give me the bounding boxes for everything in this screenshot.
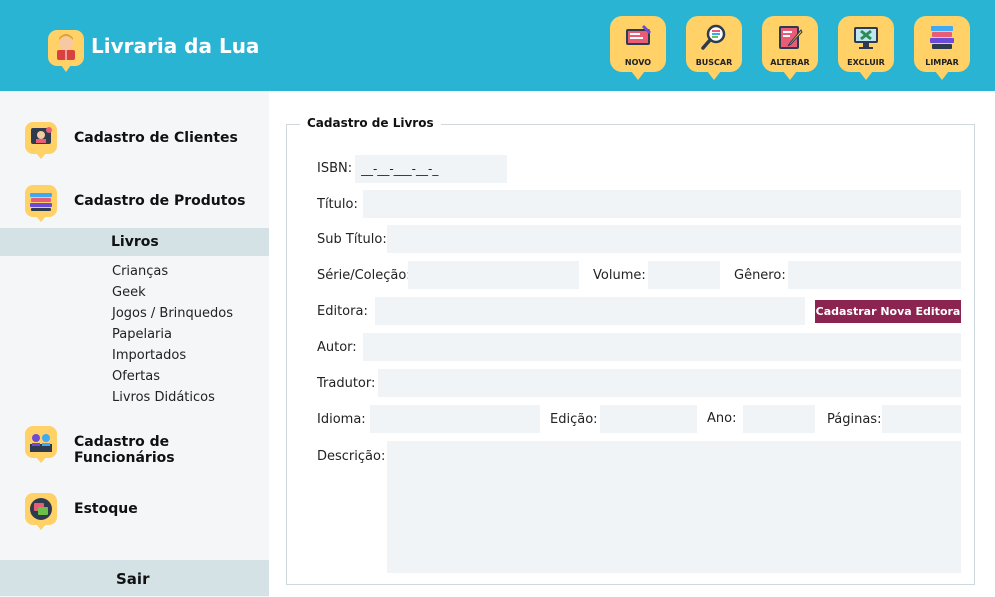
sidebar-item-estoque[interactable]: Estoque xyxy=(0,490,269,530)
genero-label: Gênero: xyxy=(734,268,786,283)
genero-field[interactable] xyxy=(788,261,961,289)
volume-field[interactable] xyxy=(648,261,720,289)
descricao-label: Descrição: xyxy=(317,449,386,464)
editora-label: Editora: xyxy=(317,304,368,319)
sidebar-subitem[interactable]: Jogos / Brinquedos xyxy=(112,303,233,324)
sair-button[interactable]: Sair xyxy=(0,560,269,596)
isbn-field[interactable] xyxy=(355,155,507,183)
sidebar: Cadastro de Clientes Cadastro de Produto… xyxy=(0,91,269,597)
limpar-button[interactable]: LIMPAR xyxy=(914,16,970,80)
sidebar-subitem[interactable]: Ofertas xyxy=(112,366,233,387)
descricao-field[interactable] xyxy=(387,441,961,573)
sidebar-subitem[interactable]: Crianças xyxy=(112,261,233,282)
clear-books-icon xyxy=(930,26,954,49)
tradutor-field[interactable] xyxy=(378,369,961,397)
alterar-button[interactable]: ALTERAR xyxy=(762,16,818,80)
novo-label: NOVO xyxy=(624,58,652,67)
subtitulo-label: Sub Título: xyxy=(317,232,387,247)
idioma-field[interactable] xyxy=(370,405,540,433)
sidebar-item-label: Cadastro de Produtos xyxy=(74,193,246,209)
sair-label: Sair xyxy=(116,570,150,588)
autor-label: Autor: xyxy=(317,340,357,355)
inventory-icon xyxy=(25,493,57,530)
isbn-label: ISBN: xyxy=(317,161,353,176)
novo-button[interactable]: NOVO xyxy=(610,16,666,80)
ano-field[interactable] xyxy=(743,405,815,433)
buscar-button[interactable]: BUSCAR xyxy=(686,16,742,80)
delete-monitor-icon xyxy=(854,27,878,49)
edit-document-icon xyxy=(779,26,803,49)
cadastrar-nova-editora-button[interactable]: Cadastrar Nova Editora xyxy=(815,300,961,323)
titulo-field[interactable] xyxy=(363,190,961,218)
sidebar-subitem[interactable]: Geek xyxy=(112,282,233,303)
idioma-label: Idioma: xyxy=(317,412,366,427)
limpar-label: LIMPAR xyxy=(925,58,959,67)
excluir-label: EXCLUIR xyxy=(847,58,885,67)
app-title: Livraria da Lua xyxy=(91,34,260,58)
alterar-label: ALTERAR xyxy=(770,58,810,67)
serie-label: Série/Coleção: xyxy=(317,268,411,283)
app-header: Livraria da Lua NOVO BUSCAR ALTERAR EXCL… xyxy=(0,0,995,91)
tradutor-label: Tradutor: xyxy=(317,376,376,391)
products-icon xyxy=(25,185,57,222)
form-legend: Cadastro de Livros xyxy=(300,116,441,130)
sidebar-item-label: Cadastro de Clientes xyxy=(74,130,238,146)
sidebar-item-produtos[interactable]: Cadastro de Produtos xyxy=(0,182,269,222)
sidebar-subitem[interactable]: Papelaria xyxy=(112,324,233,345)
new-book-icon xyxy=(626,24,652,45)
search-icon xyxy=(701,24,726,50)
buscar-label: BUSCAR xyxy=(695,58,733,67)
edicao-field[interactable] xyxy=(600,405,697,433)
sidebar-item-livros[interactable]: Livros xyxy=(0,228,269,256)
customer-icon xyxy=(25,122,57,159)
employees-icon xyxy=(25,426,57,463)
subtitulo-field[interactable] xyxy=(387,225,961,253)
reader-logo-icon xyxy=(48,30,84,72)
autor-field[interactable] xyxy=(363,333,961,361)
edicao-label: Edição: xyxy=(550,412,598,427)
titulo-label: Título: xyxy=(317,197,358,212)
editora-field[interactable] xyxy=(375,297,805,325)
volume-label: Volume: xyxy=(593,268,646,283)
sidebar-item-label: Estoque xyxy=(74,501,138,517)
sidebar-subitem[interactable]: Livros Didáticos xyxy=(112,387,233,408)
sidebar-item-funcionarios[interactable]: Cadastro de Funcionários xyxy=(0,423,269,466)
sidebar-item-clientes[interactable]: Cadastro de Clientes xyxy=(0,119,269,159)
excluir-button[interactable]: EXCLUIR xyxy=(838,16,894,80)
ano-label: Ano: xyxy=(707,411,737,426)
sidebar-item-label: Livros xyxy=(111,234,159,250)
sidebar-subitem[interactable]: Importados xyxy=(112,345,233,366)
paginas-label: Páginas: xyxy=(827,412,882,427)
product-subcategory-list: Crianças Geek Jogos / Brinquedos Papelar… xyxy=(112,261,233,408)
sidebar-item-label: Cadastro de Funcionários xyxy=(74,434,175,466)
serie-field[interactable] xyxy=(408,261,579,289)
paginas-field[interactable] xyxy=(882,405,961,433)
